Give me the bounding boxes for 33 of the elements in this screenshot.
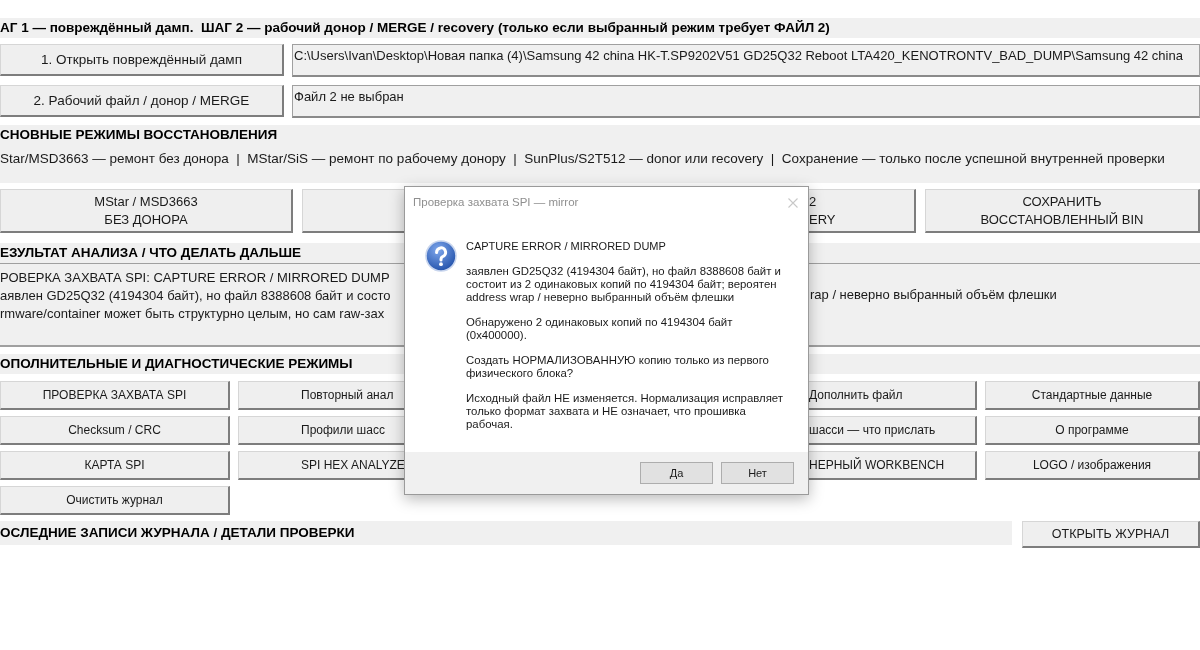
tool-button[interactable]: О программе xyxy=(985,416,1200,445)
dialog-title: Проверка захвата SPI — mirror xyxy=(413,195,579,211)
file-open-button[interactable]: 2. Рабочий файл / донор / MERGE xyxy=(0,85,284,117)
tool-button[interactable]: Стандартные данные xyxy=(985,381,1200,410)
analysis-text: rap / неверно выбранный объём флешки xyxy=(810,286,1057,304)
file-open-button[interactable]: 1. Открыть повреждённый дамп xyxy=(0,44,284,76)
analysis-text: аявлен GD25Q32 (4194304 байт), но файл 8388608 байт и состо xyxy=(0,288,391,303)
dialog-button[interactable]: Нет xyxy=(721,462,794,484)
section-heading: СНОВНЫЕ РЕЖИМЫ ВОССТАНОВЛЕНИЯ xyxy=(0,126,279,144)
dialog-button[interactable]: Да xyxy=(640,462,713,484)
section-heading: АГ 1 — повреждённый дамп. ШАГ 2 — рабочий донор / MERGE / recovery (только если выбранный режим требует ФАЙЛ 2) xyxy=(0,19,830,37)
tool-button[interactable]: Checksum / CRC xyxy=(0,416,230,445)
mode-button[interactable]: СОХРАНИТЬ ВОССТАНОВЛЕННЫЙ BIN xyxy=(925,189,1200,233)
mode-button[interactable]: MStar / MSD3663 БЕЗ ДОНОРА xyxy=(0,189,293,233)
question-icon xyxy=(425,240,457,272)
tool-button[interactable]: ПРОВЕРКА ЗАХВАТА SPI xyxy=(0,381,230,410)
file-path-field[interactable]: C:\Users\Ivan\Desktop\Новая папка (4)\Samsung 42 china HK-T.SP9202V51 GD25Q32 Reboot LTA420_KENOTRONTV_BAD_DUMP\Samsung 42 china xyxy=(292,44,1200,77)
tool-button[interactable]: LOGO / изображения xyxy=(985,451,1200,480)
analysis-text: РОВЕРКА ЗАХВАТА SPI: CAPTURE ERROR / MIRRORED DUMP xyxy=(0,270,390,285)
dialog-message: заявлен GD25Q32 (4194304 байт), но файл 8388608 байт и состоит из 2 одинаковых копий по 4194304 байт; вероятен address wrap / неверно выбранный объём флешки xyxy=(466,265,782,304)
section-heading: ОСЛЕДНИЕ ЗАПИСИ ЖУРНАЛА / ДЕТАЛИ ПРОВЕРКИ xyxy=(0,524,355,542)
open-log-button[interactable]: ОТКРЫТЬ ЖУРНАЛ xyxy=(1022,521,1200,548)
dialog-message: Создать НОРМАЛИЗОВАННУЮ копию только из первого физического блока? xyxy=(466,354,770,380)
dialog-message: Исходный файл НЕ изменяется. Нормализация исправляет только формат захвата и НЕ означает, что прошивка рабочая. xyxy=(466,392,785,431)
file-path-field[interactable]: Файл 2 не выбран xyxy=(292,85,1200,118)
modes-summary: Star/MSD3663 — ремонт без донора | MStar/SiS — ремонт по рабочему донору | SunPlus/S2T512 — donor или recovery | Сохранение — только после успешной внутренней проверки xyxy=(0,150,1166,167)
section-heading: ЕЗУЛЬТАТ АНАЛИЗА / ЧТО ДЕЛАТЬ ДАЛЬШЕ xyxy=(0,244,301,262)
tool-button[interactable]: Очистить журнал xyxy=(0,486,230,515)
dialog-heading: CAPTURE ERROR / MIRRORED DUMP xyxy=(466,240,667,253)
dialog-message: Обнаружено 2 одинаковых копий по 4194304 байт (0x400000). xyxy=(466,316,734,342)
analysis-text: rmware/container может быть структурно целым, но сам raw-зах xyxy=(0,306,385,321)
section-heading: ОПОЛНИТЕЛЬНЫЕ И ДИАГНОСТИЧЕСКИЕ РЕЖИМЫ xyxy=(0,355,353,373)
tool-button[interactable]: КАРТА SPI xyxy=(0,451,230,480)
